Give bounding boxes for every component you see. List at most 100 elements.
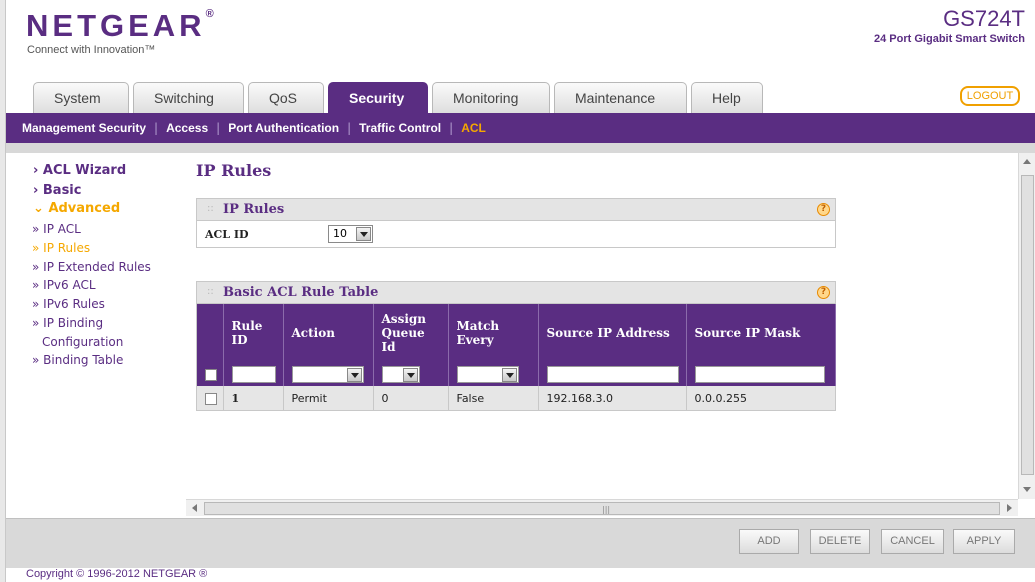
help-icon[interactable]: ?	[817, 286, 830, 299]
chevron-right-icon: ›	[33, 183, 39, 198]
acl-id-select[interactable]: 10	[328, 225, 373, 243]
assign-queue-select[interactable]	[381, 365, 420, 383]
tab-qos[interactable]: QoS	[248, 82, 324, 113]
sidebar-item-ip-binding[interactable]: » IP Binding	[32, 316, 103, 330]
tab-switching[interactable]: Switching	[133, 82, 244, 113]
sidebar-item-advanced[interactable]: ⌄ Advanced	[33, 201, 120, 216]
window-frame	[0, 0, 6, 582]
tab-maintenance[interactable]: Maintenance	[554, 82, 687, 113]
panel-title: Basic ACL Rule Table	[223, 285, 379, 300]
horizontal-scrollbar[interactable]: |||	[186, 499, 1018, 516]
sidebar-item-binding-table[interactable]: » Binding Table	[32, 353, 123, 367]
page-title: IP Rules	[196, 161, 272, 180]
apply-button[interactable]: APPLY	[953, 529, 1015, 554]
acl-id-label: ACL ID	[205, 228, 249, 241]
sidebar-item-ip-acl[interactable]: » IP ACL	[32, 222, 81, 236]
model-description: 24 Port Gigabit Smart Switch	[874, 33, 1025, 45]
tab-help[interactable]: Help	[691, 82, 763, 113]
select-all-checkbox[interactable]	[205, 368, 217, 381]
chevron-down-icon	[356, 227, 371, 241]
delete-button[interactable]: DELETE	[810, 529, 870, 554]
table-row[interactable]: 1 Permit 0 False 192.168.3.0 0.0.0.255	[197, 386, 836, 410]
sidebar-item-basic[interactable]: › Basic	[33, 183, 81, 198]
source-ip-address-cell: 192.168.3.0	[538, 386, 687, 410]
drag-handle-icon: ::	[207, 203, 214, 214]
subnav-separator: |	[216, 121, 221, 135]
scroll-up-icon[interactable]	[1023, 159, 1031, 164]
source-ip-address-input[interactable]	[546, 365, 679, 383]
action-button-bar: ADD DELETE CANCEL APPLY	[6, 518, 1035, 568]
tab-system[interactable]: System	[33, 82, 129, 113]
table-header-source-ip-mask: Source IP Mask	[686, 304, 836, 362]
subnav-separator: |	[449, 121, 454, 135]
chevron-down-icon	[402, 367, 418, 382]
table-header-row: Rule ID Action Assign Queue Id Match Eve…	[197, 304, 836, 362]
add-button[interactable]: ADD	[739, 529, 799, 554]
netgear-logo: NETGEAR®	[26, 8, 214, 43]
subnav-acl[interactable]: ACL	[461, 121, 486, 135]
model-name: GS724T	[943, 6, 1025, 31]
subnav-management-security[interactable]: Management Security	[22, 121, 146, 135]
table-header-match-every: Match Every	[448, 304, 539, 362]
main-tabs: System Switching QoS Security Monitoring…	[33, 82, 767, 113]
basic-acl-rule-table-panel: :: Basic ACL Rule Table ? Rule ID Action…	[196, 281, 836, 411]
drag-handle-icon: ::	[207, 286, 214, 297]
assign-queue-cell: 0	[373, 386, 449, 410]
chevron-down-icon	[501, 367, 517, 382]
table-filter-row	[197, 362, 836, 386]
vertical-scrollbar[interactable]	[1018, 153, 1035, 499]
subnav-access[interactable]: Access	[166, 121, 208, 135]
netgear-admin-page: NETGEAR® Connect with Innovation™ GS724T…	[0, 0, 1035, 582]
main-content: IP Rules :: IP Rules ? ACL ID 10 :: Basi…	[186, 153, 1018, 499]
sidebar-item-ipv6-acl[interactable]: » IPv6 ACL	[32, 278, 96, 292]
acl-id-value: 10	[333, 227, 347, 240]
ip-rules-panel-header: :: IP Rules ?	[197, 199, 835, 221]
table-header-select	[197, 304, 224, 362]
table-header-source-ip-address: Source IP Address	[538, 304, 687, 362]
rule-id-cell: 1	[223, 386, 284, 410]
copyright-text: Copyright © 1996-2012 NETGEAR ®	[26, 568, 208, 580]
chevron-right-icon: ›	[33, 163, 39, 178]
subnav-separator: |	[347, 121, 352, 135]
sidebar-item-ip-rules[interactable]: » IP Rules	[32, 241, 90, 255]
table-header-rule-id: Rule ID	[223, 304, 284, 362]
subnav-separator: |	[154, 121, 159, 135]
sidebar-item-ip-extended-rules[interactable]: » IP Extended Rules	[32, 260, 151, 274]
help-icon[interactable]: ?	[817, 203, 830, 216]
rule-id-input[interactable]	[231, 365, 276, 383]
source-ip-mask-input[interactable]	[694, 365, 825, 383]
source-ip-mask-cell: 0.0.0.255	[686, 386, 836, 410]
tagline: Connect with Innovation™	[27, 44, 156, 56]
scroll-down-icon[interactable]	[1023, 487, 1031, 492]
vertical-scroll-thumb[interactable]	[1021, 175, 1034, 475]
tab-monitoring[interactable]: Monitoring	[432, 82, 550, 113]
security-subnav: Management Security | Access | Port Auth…	[6, 113, 1035, 143]
action-select[interactable]	[291, 365, 364, 383]
table-header-assign-queue-id: Assign Queue Id	[373, 304, 449, 362]
table-header-action: Action	[283, 304, 374, 362]
chevron-down-icon: ⌄	[33, 201, 44, 216]
logout-button[interactable]: LOGOUT	[960, 86, 1020, 106]
sidebar-item-ip-binding-configuration[interactable]: Configuration	[42, 335, 123, 349]
scroll-right-icon[interactable]	[1007, 504, 1012, 512]
tab-security[interactable]: Security	[328, 82, 428, 113]
action-cell: Permit	[283, 386, 374, 410]
panel-title: IP Rules	[223, 202, 285, 217]
sidebar-item-ipv6-rules[interactable]: » IPv6 Rules	[32, 297, 105, 311]
acl-id-row: ACL ID 10	[197, 221, 835, 247]
content-band	[6, 143, 1035, 153]
row-select-checkbox[interactable]	[205, 392, 217, 405]
basic-acl-rule-table: Rule ID Action Assign Queue Id Match Eve…	[197, 304, 836, 410]
subnav-port-authentication[interactable]: Port Authentication	[228, 121, 339, 135]
rule-table-panel-header: :: Basic ACL Rule Table ?	[197, 282, 835, 304]
match-every-cell: False	[448, 386, 539, 410]
sidebar: › ACL Wizard › Basic ⌄ Advanced » IP ACL…	[18, 153, 186, 499]
chevron-down-icon	[346, 367, 362, 382]
ip-rules-panel: :: IP Rules ? ACL ID 10	[196, 198, 836, 248]
sidebar-item-acl-wizard[interactable]: › ACL Wizard	[33, 163, 126, 178]
cancel-button[interactable]: CANCEL	[881, 529, 944, 554]
horizontal-scroll-thumb[interactable]: |||	[204, 502, 1000, 515]
scroll-left-icon[interactable]	[192, 504, 197, 512]
match-every-select[interactable]	[456, 365, 519, 383]
subnav-traffic-control[interactable]: Traffic Control	[359, 121, 441, 135]
